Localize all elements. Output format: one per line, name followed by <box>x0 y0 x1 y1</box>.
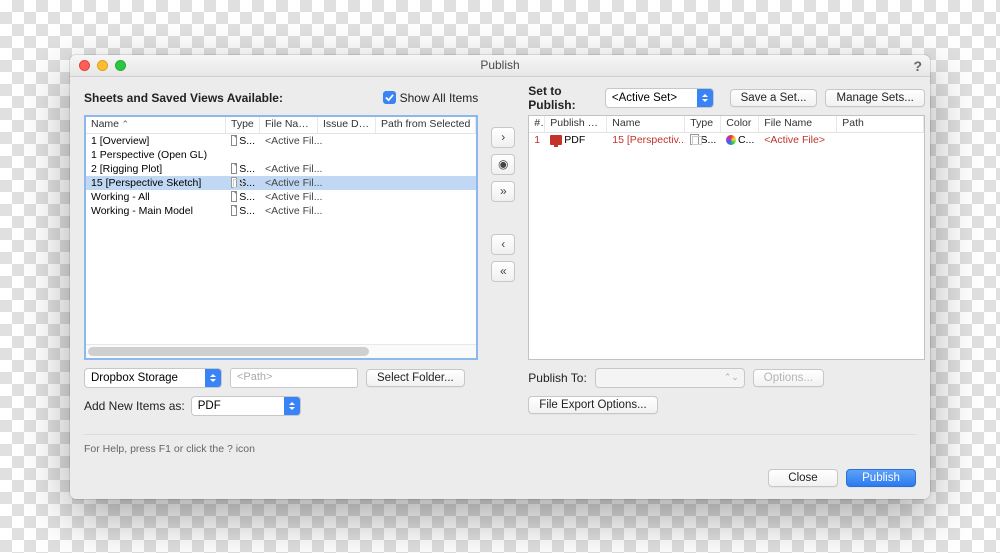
table-row[interactable]: Working - All S... <Active Fil... <box>86 190 476 204</box>
col-name[interactable]: Name <box>607 116 685 132</box>
path-input[interactable]: <Path> <box>230 368 358 388</box>
available-table[interactable]: Name Type File Name Issue Date Path from… <box>84 115 478 360</box>
preview-button[interactable]: ◉ <box>491 154 515 175</box>
set-select-value: <Active Set> <box>612 92 677 104</box>
table-row[interactable]: 1 [Overview] S... <Active Fil... <box>86 134 476 148</box>
move-left-button[interactable]: ‹ <box>491 234 515 255</box>
manage-sets-button[interactable]: Manage Sets... <box>825 89 924 107</box>
select-folder-button[interactable]: Select Folder... <box>366 369 465 387</box>
col-issue[interactable]: Issue Date <box>318 117 376 133</box>
help-hint: For Help, press F1 or click the ? icon <box>84 434 916 455</box>
doc-icon <box>231 205 237 216</box>
window-title: Publish <box>70 58 930 72</box>
show-all-checkbox[interactable] <box>383 91 396 104</box>
sheet-icon <box>231 177 237 188</box>
doc-icon <box>231 191 237 202</box>
storage-select-value: Dropbox Storage <box>91 372 178 384</box>
move-all-right-button[interactable]: » <box>491 181 515 202</box>
move-all-left-button[interactable]: « <box>491 261 515 282</box>
table-row[interactable]: 15 [Perspective Sketch] S... <Active Fil… <box>86 176 476 190</box>
set-to-publish-label: Set to Publish: <box>528 84 597 112</box>
col-path[interactable]: Path from Selected <box>376 117 476 133</box>
save-set-button[interactable]: Save a Set... <box>730 89 818 107</box>
color-wheel-icon <box>726 135 736 145</box>
pdf-icon <box>550 135 562 145</box>
sheet-icon <box>690 134 698 145</box>
options-button[interactable]: Options... <box>753 369 824 387</box>
col-color[interactable]: Color <box>721 116 759 132</box>
doc-icon <box>231 163 237 174</box>
chevron-updown-icon <box>205 369 221 387</box>
col-type[interactable]: Type <box>685 116 721 132</box>
col-name[interactable]: Name <box>86 117 226 133</box>
move-right-button[interactable]: › <box>491 127 515 148</box>
table-row[interactable]: 1 PDF 15 [Perspectiv... S... C... <Activ… <box>529 133 924 147</box>
available-heading: Sheets and Saved Views Available: <box>84 91 283 105</box>
col-file[interactable]: File Name <box>759 116 837 132</box>
storage-select[interactable]: Dropbox Storage <box>84 368 222 388</box>
col-type[interactable]: Type <box>226 117 260 133</box>
set-select[interactable]: <Active Set> <box>605 88 714 108</box>
col-publish-to[interactable]: Publish To <box>545 116 607 132</box>
close-button[interactable]: Close <box>768 469 838 487</box>
col-path[interactable]: Path <box>837 116 924 132</box>
publish-to-select[interactable]: ⌃⌄ <box>595 368 745 388</box>
chevron-updown-icon <box>284 397 300 415</box>
table-row[interactable]: 2 [Rigging Plot] S... <Active Fil... <box>86 162 476 176</box>
file-export-options-button[interactable]: File Export Options... <box>528 396 657 414</box>
publish-to-label: Publish To: <box>528 371 586 385</box>
publish-button[interactable]: Publish <box>846 469 916 487</box>
add-new-value: PDF <box>198 400 221 412</box>
chevron-updown-icon <box>697 89 713 107</box>
show-all-label: Show All Items <box>400 91 479 105</box>
doc-icon <box>231 135 237 146</box>
table-row[interactable]: Working - Main Model S... <Active Fil... <box>86 204 476 218</box>
publish-dialog: Publish ? Sheets and Saved Views Availab… <box>70 55 930 499</box>
add-new-label: Add New Items as: <box>84 399 185 413</box>
col-file[interactable]: File Name <box>260 117 318 133</box>
col-num[interactable]: # <box>529 116 545 132</box>
titlebar[interactable]: Publish ? <box>70 55 930 77</box>
h-scrollbar[interactable] <box>86 344 476 358</box>
publish-table[interactable]: # Publish To Name Type Color File Name P… <box>528 115 925 360</box>
help-icon[interactable]: ? <box>913 58 922 74</box>
add-new-select[interactable]: PDF <box>191 396 301 416</box>
table-row[interactable]: 1 Perspective (Open GL) <box>86 148 476 162</box>
